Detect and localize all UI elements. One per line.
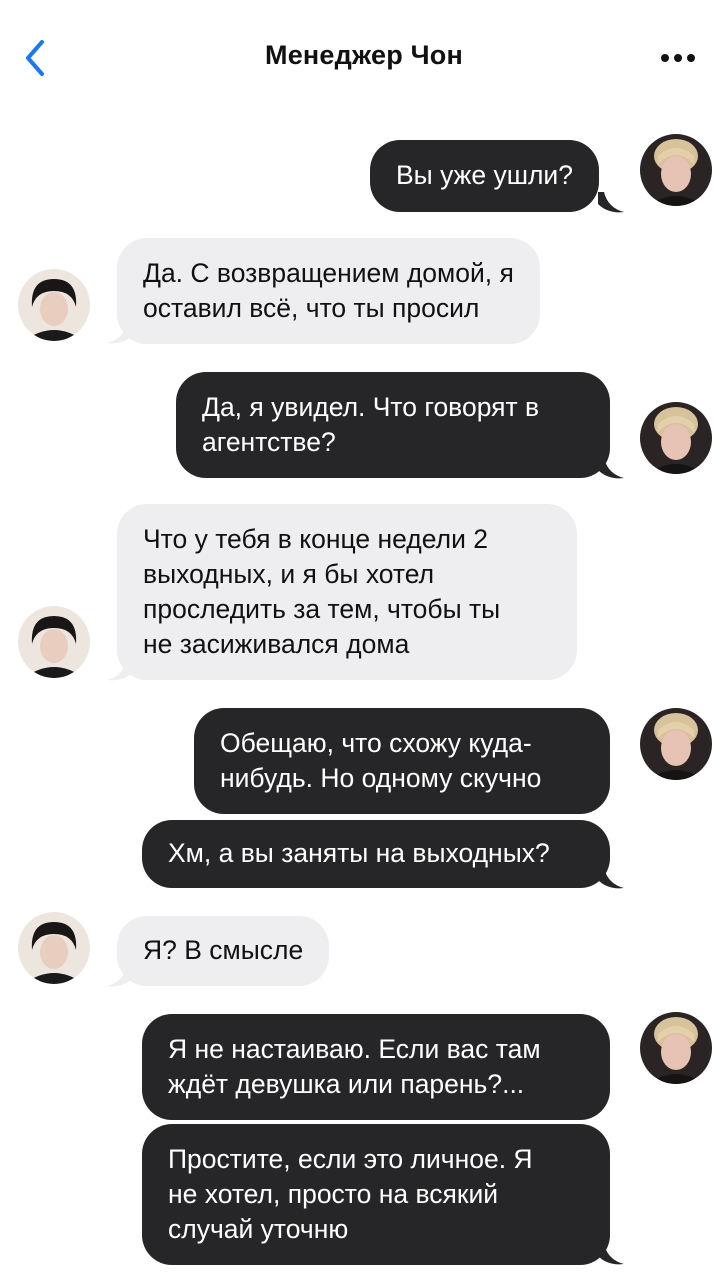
manager-avatar[interactable]: [18, 912, 90, 984]
manager-avatar[interactable]: [18, 606, 90, 678]
bubble-tail: [107, 323, 133, 344]
message-text: Обещаю, что схожу куда- нибудь. Но одном…: [220, 728, 542, 793]
bubble-tail: [598, 1244, 624, 1265]
sender-avatar[interactable]: [640, 134, 712, 206]
bubble-tail: [107, 966, 133, 987]
message-text: Вы уже ушли?: [396, 160, 573, 190]
bubble-tail: [598, 868, 624, 889]
ellipsis-icon: [661, 54, 695, 62]
message-text: Да. С возвращением домой, я оставил всё,…: [143, 258, 514, 323]
message-bubble-outgoing: Обещаю, что схожу куда- нибудь. Но одном…: [194, 708, 610, 814]
more-options-button[interactable]: [658, 44, 698, 72]
chat-header: Менеджер Чон: [0, 0, 728, 112]
bubble-tail: [598, 458, 624, 479]
message-bubble-incoming: Да. С возвращением домой, я оставил всё,…: [117, 238, 540, 344]
message-text: Хм, а вы заняты на выходных?: [168, 838, 550, 868]
message-bubble-incoming: Что у тебя в конце недели 2 выходных, и …: [117, 504, 577, 680]
sender-avatar[interactable]: [640, 402, 712, 474]
message-text: Простите, если это личное. Я не хотел, п…: [168, 1144, 533, 1244]
message-text: Да, я увидел. Что говорят в агентстве?: [202, 392, 540, 457]
message-bubble-outgoing: Простите, если это личное. Я не хотел, п…: [142, 1124, 610, 1265]
message-text: Я? В смысле: [143, 935, 304, 965]
message-bubble-outgoing: Хм, а вы заняты на выходных?: [142, 820, 610, 888]
message-bubble-outgoing: Да, я увидел. Что говорят в агентстве?: [176, 372, 610, 478]
chat-title: Менеджер Чон: [265, 40, 463, 70]
message-text: Что у тебя в конце недели 2 выходных, и …: [143, 524, 501, 659]
sender-avatar[interactable]: [640, 708, 712, 780]
message-text: Я не настаиваю. Если вас там ждёт девушк…: [168, 1034, 541, 1099]
message-bubble-outgoing: Вы уже ушли?: [370, 140, 599, 212]
message-bubble-incoming: Я? В смысле: [117, 916, 330, 986]
manager-avatar[interactable]: [18, 269, 90, 341]
message-bubble-outgoing: Я не настаиваю. Если вас там ждёт девушк…: [142, 1014, 610, 1120]
sender-avatar[interactable]: [640, 1012, 712, 1084]
bubble-tail: [598, 192, 624, 213]
bubble-tail: [107, 660, 133, 681]
